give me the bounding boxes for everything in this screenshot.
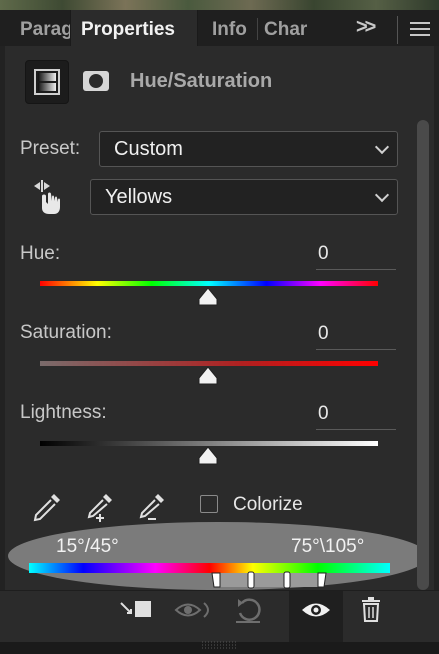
background-canvas-strip (0, 0, 439, 10)
view-previous-state-button[interactable] (170, 591, 220, 643)
layer-mask-icon (83, 71, 109, 91)
panel-menu-icon[interactable] (410, 22, 430, 40)
colorize-label[interactable]: Colorize (233, 494, 303, 516)
targeted-adjustment-hand-icon[interactable] (30, 178, 66, 216)
range-right-value: 75°\105° (291, 536, 365, 557)
adjustment-layer-icon (34, 69, 60, 95)
tab-divider (257, 18, 258, 40)
trash-icon (362, 597, 380, 622)
channel-select[interactable]: Yellows (90, 179, 398, 215)
bottom-toolbar (0, 590, 439, 643)
hue-slider-track[interactable] (40, 281, 378, 286)
adjustment-layer-button[interactable] (25, 60, 69, 104)
hue-value: 0 (318, 243, 329, 264)
clip-to-layer-icon (120, 601, 151, 617)
chevron-down-icon (374, 139, 390, 155)
adjustment-title: Hue/Saturation (130, 70, 273, 92)
reset-icon (236, 598, 261, 623)
lightness-field[interactable]: 0 (316, 401, 396, 430)
panel-right-edge (434, 46, 439, 642)
layer-mask-button[interactable] (74, 60, 116, 102)
panel-left-edge (0, 46, 5, 642)
chevron-down-icon (374, 187, 390, 203)
saturation-field[interactable]: 0 (316, 321, 396, 350)
preset-select[interactable]: Custom (99, 131, 398, 167)
saturation-slider-thumb[interactable] (197, 366, 219, 386)
visibility-eye-icon (302, 603, 330, 617)
resize-grip-icon[interactable] (200, 640, 240, 650)
delete-button[interactable] (348, 591, 398, 643)
tab-info[interactable]: Info (212, 10, 256, 46)
visibility-toggle-button[interactable] (289, 591, 343, 643)
panel-scrollbar[interactable] (417, 120, 429, 590)
range-left-value: 15°/45° (56, 536, 119, 557)
tab-bar-divider (397, 16, 398, 44)
hue-field[interactable]: 0 (316, 241, 396, 270)
lightness-slider-thumb[interactable] (197, 446, 219, 466)
hue-range-slider[interactable] (210, 571, 328, 591)
tab-character[interactable]: Char (264, 10, 316, 46)
channel-value: Yellows (105, 186, 173, 208)
tab-properties[interactable]: Properties (70, 10, 198, 46)
tab-paragraph[interactable]: Parag (20, 10, 70, 46)
tab-overflow-button[interactable]: >> (356, 16, 376, 39)
hue-label: Hue: (20, 243, 61, 264)
saturation-label: Saturation: (20, 322, 112, 343)
reset-button[interactable] (226, 591, 276, 643)
clip-to-layer-button[interactable] (113, 591, 163, 643)
colorize-checkbox[interactable] (200, 495, 218, 513)
saturation-value: 0 (318, 323, 329, 344)
eyedropper-add-icon[interactable] (82, 490, 116, 524)
preset-value: Custom (114, 138, 183, 160)
preset-label: Preset: (20, 138, 81, 159)
lightness-value: 0 (318, 403, 329, 424)
lightness-label: Lightness: (20, 402, 107, 423)
hue-slider-thumb[interactable] (197, 287, 219, 307)
panel-tab-bar: Parag Properties Info Char >> (0, 0, 439, 46)
eyedropper-subtract-icon[interactable] (134, 490, 168, 524)
view-previous-state-icon (174, 602, 209, 618)
eyedropper-icon[interactable] (30, 490, 64, 524)
